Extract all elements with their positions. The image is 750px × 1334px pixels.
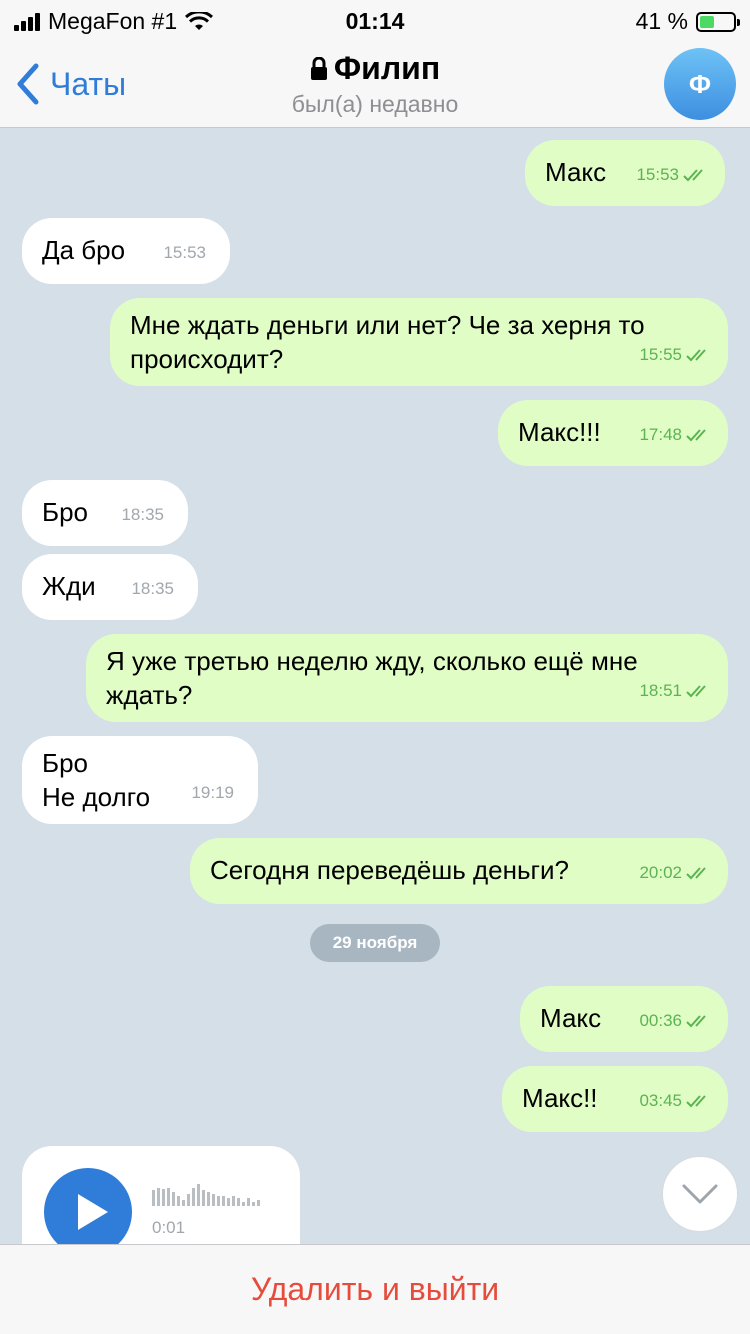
date-separator: 29 ноября <box>310 924 440 962</box>
message-time: 20:02 <box>639 863 682 882</box>
read-checkmarks-icon <box>686 349 706 362</box>
message-meta: 03:45 <box>639 1084 712 1118</box>
outgoing-message[interactable]: Я уже третью неделю жду, сколько ещё мне… <box>86 634 728 722</box>
message-time: 15:53 <box>636 165 679 184</box>
read-checkmarks-icon <box>686 685 706 698</box>
delete-and-leave-button[interactable]: Удалить и выйти <box>251 1271 499 1308</box>
message-text: Сегодня переведёшь деньги? <box>210 855 569 885</box>
message-text: Бро <box>42 497 88 527</box>
read-checkmarks-icon <box>683 169 703 182</box>
read-checkmarks-icon <box>686 867 706 880</box>
read-checkmarks-icon <box>686 429 706 442</box>
message-time: 17:48 <box>639 425 682 444</box>
message-text: Бро <box>42 748 88 778</box>
voice-message: 0:01 <box>22 1146 300 1244</box>
message-text: Макс!!! <box>518 417 601 447</box>
chevron-down-icon <box>682 1184 718 1204</box>
status-bar: MegaFon #1 01:14 41 % <box>0 0 750 40</box>
outgoing-message[interactable]: Сегодня переведёшь деньги? 20:02 <box>190 838 728 904</box>
read-checkmarks-icon <box>686 1095 706 1108</box>
battery-charging-icon <box>696 11 740 32</box>
message-time: 00:36 <box>639 1011 682 1030</box>
chat-header: Чаты Филип был(а) недавно Ф <box>0 40 750 128</box>
message-time: 18:51 <box>639 681 682 700</box>
message-meta: 18:35 <box>131 572 174 606</box>
outgoing-message[interactable]: Макс 15:53 <box>525 140 725 206</box>
message-text: Макс <box>545 157 607 187</box>
message-text: Да бро <box>42 235 126 265</box>
chevron-left-icon <box>17 63 39 105</box>
message-time: 19:19 <box>191 783 234 802</box>
outgoing-message[interactable]: Макс!!! 17:48 <box>498 400 728 466</box>
lock-icon <box>310 56 327 80</box>
last-seen-status: был(а) недавно <box>291 91 459 117</box>
chat-title: Филип <box>310 50 440 87</box>
message-text: Мне ждать деньги или нет? Че за херня то <box>130 310 645 340</box>
voice-duration: 0:01 <box>152 1218 186 1237</box>
message-text: Не долго <box>42 782 151 812</box>
chat-title-area[interactable]: Филип был(а) недавно <box>150 50 600 118</box>
message-text: ждать? <box>106 680 193 710</box>
outgoing-message[interactable]: Макс 00:36 <box>520 986 728 1052</box>
back-label: Чаты <box>50 65 127 102</box>
message-time: 15:55 <box>639 345 682 364</box>
message-text: происходит? <box>130 344 284 374</box>
message-meta: 17:48 <box>639 418 712 452</box>
battery-percent: 41 % <box>635 8 688 34</box>
bottom-bar: Удалить и выйти <box>0 1244 750 1334</box>
incoming-message[interactable]: Да бро 15:53 <box>22 218 230 284</box>
message-meta: 19:19 <box>191 776 234 810</box>
message-time: 03:45 <box>639 1091 682 1110</box>
message-meta: 00:36 <box>639 1004 712 1038</box>
outgoing-message[interactable]: Мне ждать деньги или нет? Че за херня то… <box>110 298 728 386</box>
message-meta: 18:35 <box>121 498 164 532</box>
read-checkmarks-icon <box>686 1015 706 1028</box>
message-time: 18:35 <box>121 505 164 524</box>
incoming-message[interactable]: Бро Не долго 19:19 <box>22 736 258 824</box>
message-text: Макс!! <box>522 1083 598 1113</box>
outgoing-message[interactable]: Макс!! 03:45 <box>502 1066 728 1132</box>
scroll-down-button[interactable] <box>662 1156 738 1232</box>
message-time: 15:53 <box>163 243 206 262</box>
back-button[interactable]: Чаты <box>14 62 126 106</box>
waveform-icon <box>152 1184 260 1206</box>
message-meta: 18:51 <box>639 674 712 708</box>
message-meta: 15:53 <box>163 236 206 270</box>
message-meta: 15:53 <box>636 158 709 192</box>
message-text: Я уже третью неделю жду, сколько ещё мне <box>106 646 638 676</box>
message-list[interactable]: Макс 15:53 Да бро 15:53 Мне ждать деньги или… <box>0 128 750 1244</box>
message-text: Жди <box>42 571 96 601</box>
play-button[interactable] <box>44 1168 132 1244</box>
incoming-message[interactable]: Бро 18:35 <box>22 480 188 546</box>
contact-name: Филип <box>333 50 441 86</box>
message-text: Макс <box>540 1003 602 1033</box>
message-meta: 15:55 <box>639 338 712 372</box>
message-meta: 20:02 <box>639 856 712 890</box>
battery-info: 41 % <box>635 8 740 35</box>
avatar[interactable]: Ф <box>664 48 736 120</box>
incoming-message[interactable]: Жди 18:35 <box>22 554 198 620</box>
message-time: 18:35 <box>131 579 174 598</box>
